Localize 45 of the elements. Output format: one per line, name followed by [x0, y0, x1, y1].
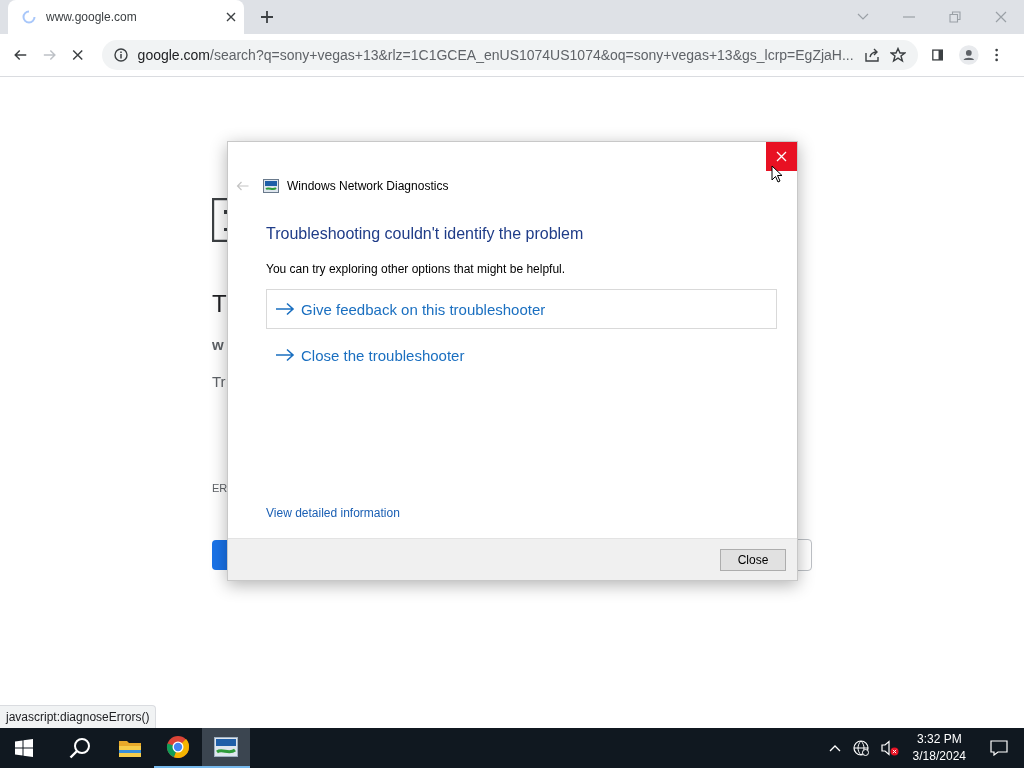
details-link[interactable]: View detailed information	[266, 506, 400, 520]
globe-icon[interactable]	[852, 740, 869, 756]
chrome-icon	[166, 735, 190, 759]
url-text: google.com/search?q=sony+vegas+13&rlz=1C1GCEA_enUS1074US1074&oq=sony+vegas+13&gs_lcrp=EgZjaH...	[137, 47, 854, 63]
back-icon[interactable]	[14, 48, 28, 62]
profile-icon[interactable]	[959, 43, 979, 67]
star-icon[interactable]	[889, 47, 906, 63]
network-diagnostics-icon	[214, 737, 238, 757]
error-code: ER	[212, 482, 228, 494]
dialog-text: You can try exploring other options that might be helpful.	[266, 262, 567, 276]
page-host: w	[212, 336, 224, 353]
info-icon	[113, 48, 128, 62]
share-icon[interactable]	[863, 47, 880, 63]
close-icon	[776, 151, 787, 162]
clock-time[interactable]: 3:32 PM	[916, 731, 962, 748]
dialog-title: Windows Network Diagnostics	[287, 179, 449, 193]
folder-icon	[118, 738, 142, 758]
page-hint: Tr	[212, 373, 226, 390]
windows-start-icon[interactable]	[15, 739, 33, 757]
stop-icon[interactable]	[72, 48, 84, 62]
new-tab-icon[interactable]	[260, 10, 274, 24]
option-link[interactable]: Give feedback on this troubleshooter	[266, 289, 777, 329]
address-bar[interactable]: google.com/search?q=sony+vegas+13&rlz=1C1GCEA_enUS1074US1074&oq=sony+vegas+13&gs_lcrp=EgZjaH...	[101, 40, 918, 70]
close-button[interactable]: Close	[720, 548, 786, 571]
cursor-icon	[771, 165, 783, 183]
speaker-muted-icon[interactable]	[880, 740, 899, 756]
arrow-right-icon	[275, 302, 295, 316]
status-bar: javascript:diagnoseErrors()	[0, 705, 157, 728]
search-icon[interactable]	[69, 737, 91, 759]
network-diagnostics-icon	[263, 179, 279, 193]
option-link[interactable]: Close the troubleshooter	[266, 335, 777, 375]
taskbar-app[interactable]	[202, 728, 250, 768]
clock-date[interactable]: 3/18/2024	[912, 748, 966, 765]
close-button[interactable]	[766, 142, 797, 171]
side-panel-icon[interactable]	[931, 48, 944, 62]
browser-tab[interactable]: www.google.com	[8, 0, 244, 34]
dialog-heading: Troubleshooting couldn't identify the problem	[266, 225, 585, 243]
notification-icon[interactable]	[990, 740, 1008, 756]
tab-title: www.google.com	[46, 10, 138, 24]
arrow-right-icon	[275, 348, 295, 362]
page-heading: T	[212, 290, 227, 318]
chevron-up-icon[interactable]	[828, 744, 841, 752]
menu-icon[interactable]	[994, 47, 998, 63]
sad-page-icon	[212, 198, 228, 242]
close-icon[interactable]	[226, 12, 236, 22]
